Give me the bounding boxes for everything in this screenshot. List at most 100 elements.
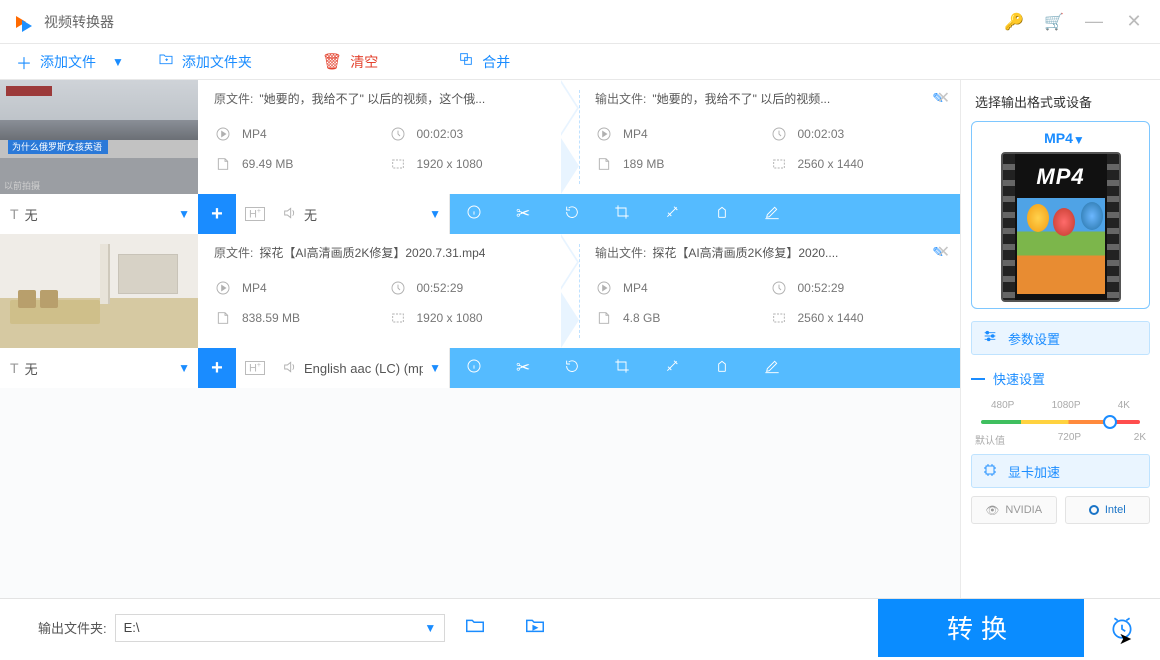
remove-item-button[interactable]: ✕	[937, 242, 950, 262]
clock-icon	[389, 125, 407, 143]
audio-select[interactable]: 无 ▼	[274, 194, 450, 234]
slider-thumb[interactable]	[1103, 415, 1117, 429]
convert-button[interactable]: 转换	[878, 599, 1084, 657]
resolution-icon	[389, 155, 407, 173]
thumbnail-subcaption: 以前拍摄	[4, 179, 40, 192]
output-folder-select[interactable]: E:\ ▼	[115, 614, 446, 642]
source-format: MP4	[242, 127, 267, 141]
license-key-icon[interactable]: 🔑	[994, 0, 1034, 44]
video-item: 原文件: 探花【AI高清画质2K修复】2020.7.31.mp4 MP4 00:…	[0, 234, 960, 388]
video-thumbnail[interactable]: 为什么俄罗斯女孩英语这么好? 以前拍摄	[0, 80, 198, 194]
chevron-down-icon: ▼	[178, 207, 190, 221]
source-file-label: 原文件:	[214, 244, 253, 261]
gpu-accel-button[interactable]: 显卡加速	[971, 454, 1150, 488]
params-button[interactable]: 参数设置	[971, 321, 1150, 355]
audio-select[interactable]: English aac (LC) (mp ▼	[274, 348, 450, 388]
filesize-icon	[595, 309, 613, 327]
source-size: 838.59 MB	[242, 311, 300, 325]
effects-button[interactable]	[664, 358, 680, 379]
edit-button[interactable]	[764, 204, 780, 225]
subtitle-select[interactable]: T 无 ▼	[0, 194, 198, 234]
crop-button[interactable]	[614, 358, 630, 379]
format-icon	[214, 125, 232, 143]
cut-button[interactable]: ✂	[516, 204, 530, 224]
crop-button[interactable]	[614, 204, 630, 225]
chevron-down-icon: ▼	[429, 207, 441, 221]
nvidia-label: NVIDIA	[1005, 504, 1042, 516]
remove-item-button[interactable]: ✕	[937, 88, 950, 108]
intel-chip[interactable]: Intel	[1065, 496, 1151, 524]
item-toolbar: T 无 ▼ + H+ 无 ▼ ✂	[0, 194, 960, 234]
subtitle-select[interactable]: T 无 ▼	[0, 348, 198, 388]
add-subtitle-button[interactable]: +	[198, 348, 236, 388]
output-file-label: 输出文件:	[595, 90, 646, 107]
quality-slider[interactable]: 480P 1080P 4K 默认值 720P 2K	[975, 398, 1146, 446]
folder-plus-icon	[158, 51, 174, 72]
nvidia-chip[interactable]: 👁NVIDIA	[971, 496, 1057, 524]
edit-button[interactable]	[764, 358, 780, 379]
add-file-button[interactable]: ＋ 添加文件	[10, 50, 102, 74]
quick-settings-label: 快速设置	[993, 369, 1045, 388]
titlebar: 视频转换器 🔑 🛒 — ✕	[0, 0, 1160, 44]
slider-label: 1080P	[1052, 400, 1081, 411]
output-file-name: 探花【AI高清画质2K修复】2020....	[652, 244, 838, 261]
source-resolution: 1920 x 1080	[417, 157, 483, 171]
clear-button[interactable]: 🗑 清空	[316, 52, 384, 72]
output-duration: 00:52:29	[798, 281, 845, 295]
media-folder-button[interactable]	[505, 614, 565, 642]
intel-label: Intel	[1105, 504, 1126, 516]
output-info: ✕ 输出文件: 探花【AI高清画质2K修复】2020.... ✎ MP4 00:…	[579, 234, 960, 348]
add-file-dropdown[interactable]: ▼	[112, 55, 124, 69]
watermark-button[interactable]	[714, 204, 730, 225]
add-subtitle-button[interactable]: +	[198, 194, 236, 234]
source-resolution: 1920 x 1080	[417, 311, 483, 325]
output-format-label: MP4	[1044, 128, 1073, 152]
output-format-card[interactable]: MP4 ▼ MP4	[971, 121, 1150, 309]
source-duration: 00:02:03	[417, 127, 464, 141]
main-toolbar: ＋ 添加文件 ▼ 添加文件夹 🗑 清空 合并	[0, 44, 1160, 80]
cut-button[interactable]: ✂	[516, 358, 530, 378]
merge-label: 合并	[482, 52, 510, 72]
rotate-button[interactable]	[564, 204, 580, 225]
params-label: 参数设置	[1008, 329, 1060, 348]
effects-button[interactable]	[664, 204, 680, 225]
hd-indicator: H+	[236, 194, 274, 234]
info-button[interactable]	[466, 204, 482, 225]
merge-icon	[458, 51, 474, 72]
merge-button[interactable]: 合并	[452, 51, 516, 72]
info-button[interactable]	[466, 358, 482, 379]
watermark-button[interactable]	[714, 358, 730, 379]
add-folder-button[interactable]: 添加文件夹	[152, 51, 258, 72]
format-preview-icon: MP4	[1001, 152, 1121, 302]
open-folder-button[interactable]	[445, 614, 505, 642]
output-duration: 00:02:03	[798, 127, 845, 141]
window-minimize-button[interactable]: —	[1074, 0, 1114, 44]
chip-icon	[982, 462, 998, 481]
item-toolbar: T 无 ▼ + H+ English aac (LC) (mp ▼ ✂	[0, 348, 960, 388]
mouse-cursor-icon: ➤	[1119, 629, 1132, 649]
shopping-cart-icon[interactable]: 🛒	[1034, 0, 1074, 44]
gpu-accel-label: 显卡加速	[1008, 462, 1060, 481]
app-logo	[14, 12, 34, 32]
format-icon	[595, 279, 613, 297]
bottom-bar: 输出文件夹: E:\ ▼ 转换 ➤	[0, 598, 1160, 656]
video-thumbnail[interactable]	[0, 234, 198, 348]
audio-value: 无	[304, 205, 317, 224]
rotate-button[interactable]	[564, 358, 580, 379]
window-close-button[interactable]: ✕	[1114, 0, 1154, 44]
source-info: 原文件: "她要的，我给不了" 以后的视频，这个俄... MP4 00:02:0…	[198, 80, 579, 194]
source-size: 69.49 MB	[242, 157, 293, 171]
schedule-button[interactable]: ➤	[1084, 599, 1160, 657]
sliders-icon	[982, 328, 998, 349]
subtitle-value: 无	[25, 359, 38, 378]
thumbnail-caption: 为什么俄罗斯女孩英语这么好?	[8, 140, 108, 154]
subtitle-icon: T	[10, 206, 19, 222]
format-icon	[595, 125, 613, 143]
format-icon	[214, 279, 232, 297]
output-format: MP4	[623, 281, 648, 295]
filesize-icon	[595, 155, 613, 173]
video-item: 为什么俄罗斯女孩英语这么好? 以前拍摄 原文件: "她要的，我给不了" 以后的视…	[0, 80, 960, 234]
output-resolution: 2560 x 1440	[798, 157, 864, 171]
side-panel-title: 选择输出格式或设备	[975, 92, 1150, 111]
filesize-icon	[214, 309, 232, 327]
